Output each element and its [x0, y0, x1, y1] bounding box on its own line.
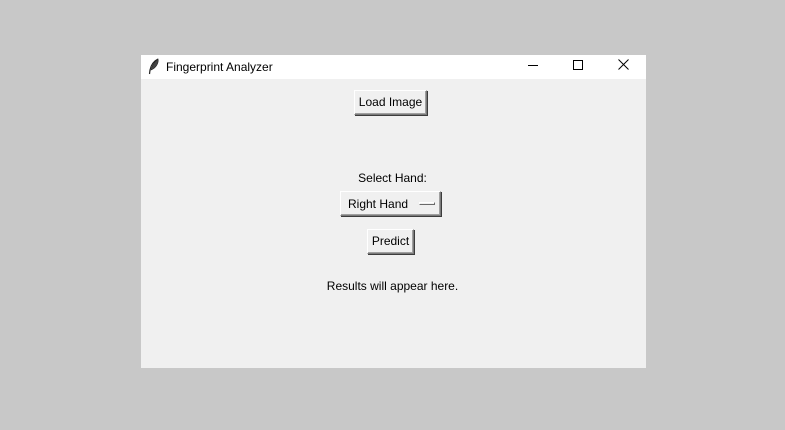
hand-select-dropdown[interactable]: Right Hand — [340, 191, 441, 216]
dropdown-indicator-icon — [419, 202, 435, 205]
predict-button[interactable]: Predict — [367, 229, 414, 254]
close-button[interactable] — [600, 55, 646, 79]
app-window: Fingerprint Analyzer Load Image Select H… — [141, 55, 646, 368]
title-bar[interactable]: Fingerprint Analyzer — [141, 55, 646, 79]
maximize-button[interactable] — [555, 55, 601, 79]
results-text: Results will appear here. — [326, 279, 459, 293]
select-hand-label: Select Hand: — [358, 171, 427, 185]
hand-select-value: Right Hand — [348, 197, 409, 211]
feather-icon — [147, 58, 161, 76]
window-title: Fingerprint Analyzer — [166, 60, 273, 74]
main-panel: Load Image Select Hand: Right Hand Predi… — [141, 79, 646, 368]
load-image-button[interactable]: Load Image — [354, 90, 427, 115]
minimize-button[interactable] — [510, 55, 556, 79]
